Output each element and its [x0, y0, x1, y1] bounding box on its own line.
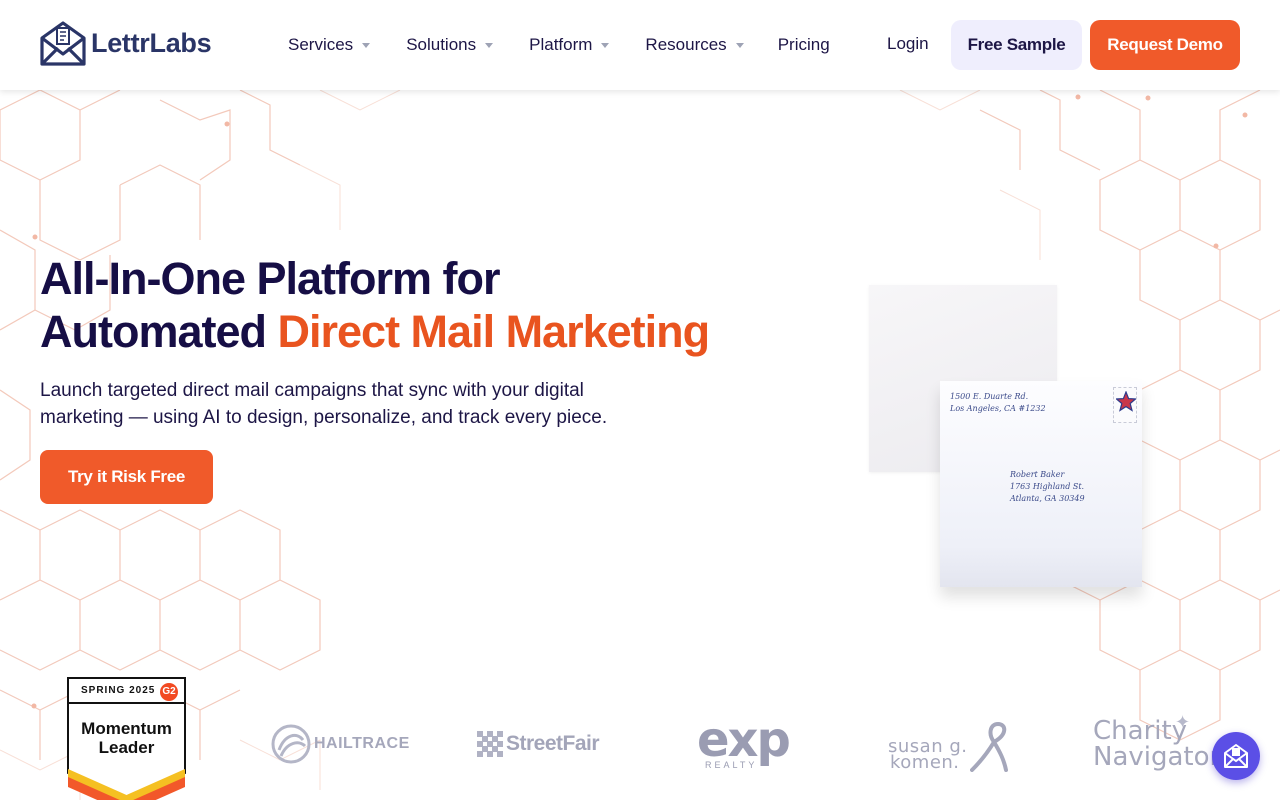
badge-header: SPRING 2025 G2 — [67, 677, 186, 703]
chevron-down-icon — [362, 42, 371, 48]
nav-services-label: Services — [288, 35, 354, 54]
hero-title-line2: Automated — [40, 306, 278, 357]
hero-title: All-In-One Platform for Automated Direct… — [40, 252, 760, 358]
susan-g-komen-logo: susan g. komen. — [888, 722, 1008, 773]
chevron-down-icon — [485, 42, 494, 48]
hailtrace-mark-icon — [271, 724, 311, 764]
free-sample-button[interactable]: Free Sample — [951, 20, 1082, 70]
stamp-icon — [1113, 387, 1137, 423]
nav-pricing-label: Pricing — [777, 35, 830, 54]
envelope-return-address: 1500 E. Duarte Rd. Los Angeles, CA #1232 — [950, 392, 1046, 413]
nav-resources[interactable]: Resources — [645, 35, 744, 55]
try-risk-free-button[interactable]: Try it Risk Free — [40, 450, 213, 504]
envelope-recipient-address: Robert Baker 1763 Highland St. Atlanta, … — [1010, 470, 1085, 503]
chevron-down-icon — [735, 42, 744, 48]
nav-solutions[interactable]: Solutions — [406, 35, 494, 55]
hero-title-accent: Direct Mail Marketing — [277, 306, 711, 357]
chat-launcher-button[interactable] — [1212, 732, 1260, 780]
streetfair-logo: StreetFair — [477, 731, 600, 757]
chevron-down-icon — [601, 42, 610, 48]
nav-platform[interactable]: Platform — [529, 35, 610, 55]
hero-subtitle-line1: Launch targeted direct mail campaigns th… — [40, 380, 584, 401]
exp-realty-logo: exp REALTY — [697, 712, 791, 770]
mail-chat-icon — [1224, 744, 1248, 768]
nav-solutions-label: Solutions — [406, 35, 477, 54]
brand-name: LettrLabs — [91, 27, 212, 58]
hero-title-line1: All-In-One Platform for — [40, 253, 500, 304]
streetfair-mark-icon — [477, 731, 503, 757]
badge-title: Momentum Leader — [81, 719, 172, 757]
login-link[interactable]: Login — [887, 34, 929, 54]
g2-momentum-badge: SPRING 2025 G2 Momentum Leader — [67, 677, 186, 800]
g2-icon: G2 — [160, 683, 178, 701]
nav-pricing[interactable]: Pricing — [778, 35, 830, 55]
nav-resources-label: Resources — [645, 35, 727, 54]
nav-services[interactable]: Services — [288, 35, 371, 55]
ribbon-icon — [970, 722, 1008, 772]
brand-logo[interactable]: LettrLabs — [40, 20, 212, 66]
sparkle-icon: ✦ — [1175, 712, 1191, 732]
envelope-front-image: 1500 E. Duarte Rd. Los Angeles, CA #1232… — [940, 381, 1142, 587]
main-nav: Services Solutions Platform Resources Pr… — [288, 0, 830, 90]
site-header: LettrLabs Services Solutions Platform Re… — [0, 0, 1280, 90]
envelope-logo-icon — [40, 21, 86, 66]
hailtrace-logo: HAILTRACE — [271, 724, 410, 764]
request-demo-button[interactable]: Request Demo — [1090, 20, 1240, 70]
nav-platform-label: Platform — [529, 35, 593, 54]
hero-subtitle-line2: marketing — using AI to design, personal… — [40, 407, 608, 428]
hero-subtitle: Launch targeted direct mail campaigns th… — [40, 377, 660, 431]
badge-season: SPRING 2025 — [81, 685, 156, 696]
